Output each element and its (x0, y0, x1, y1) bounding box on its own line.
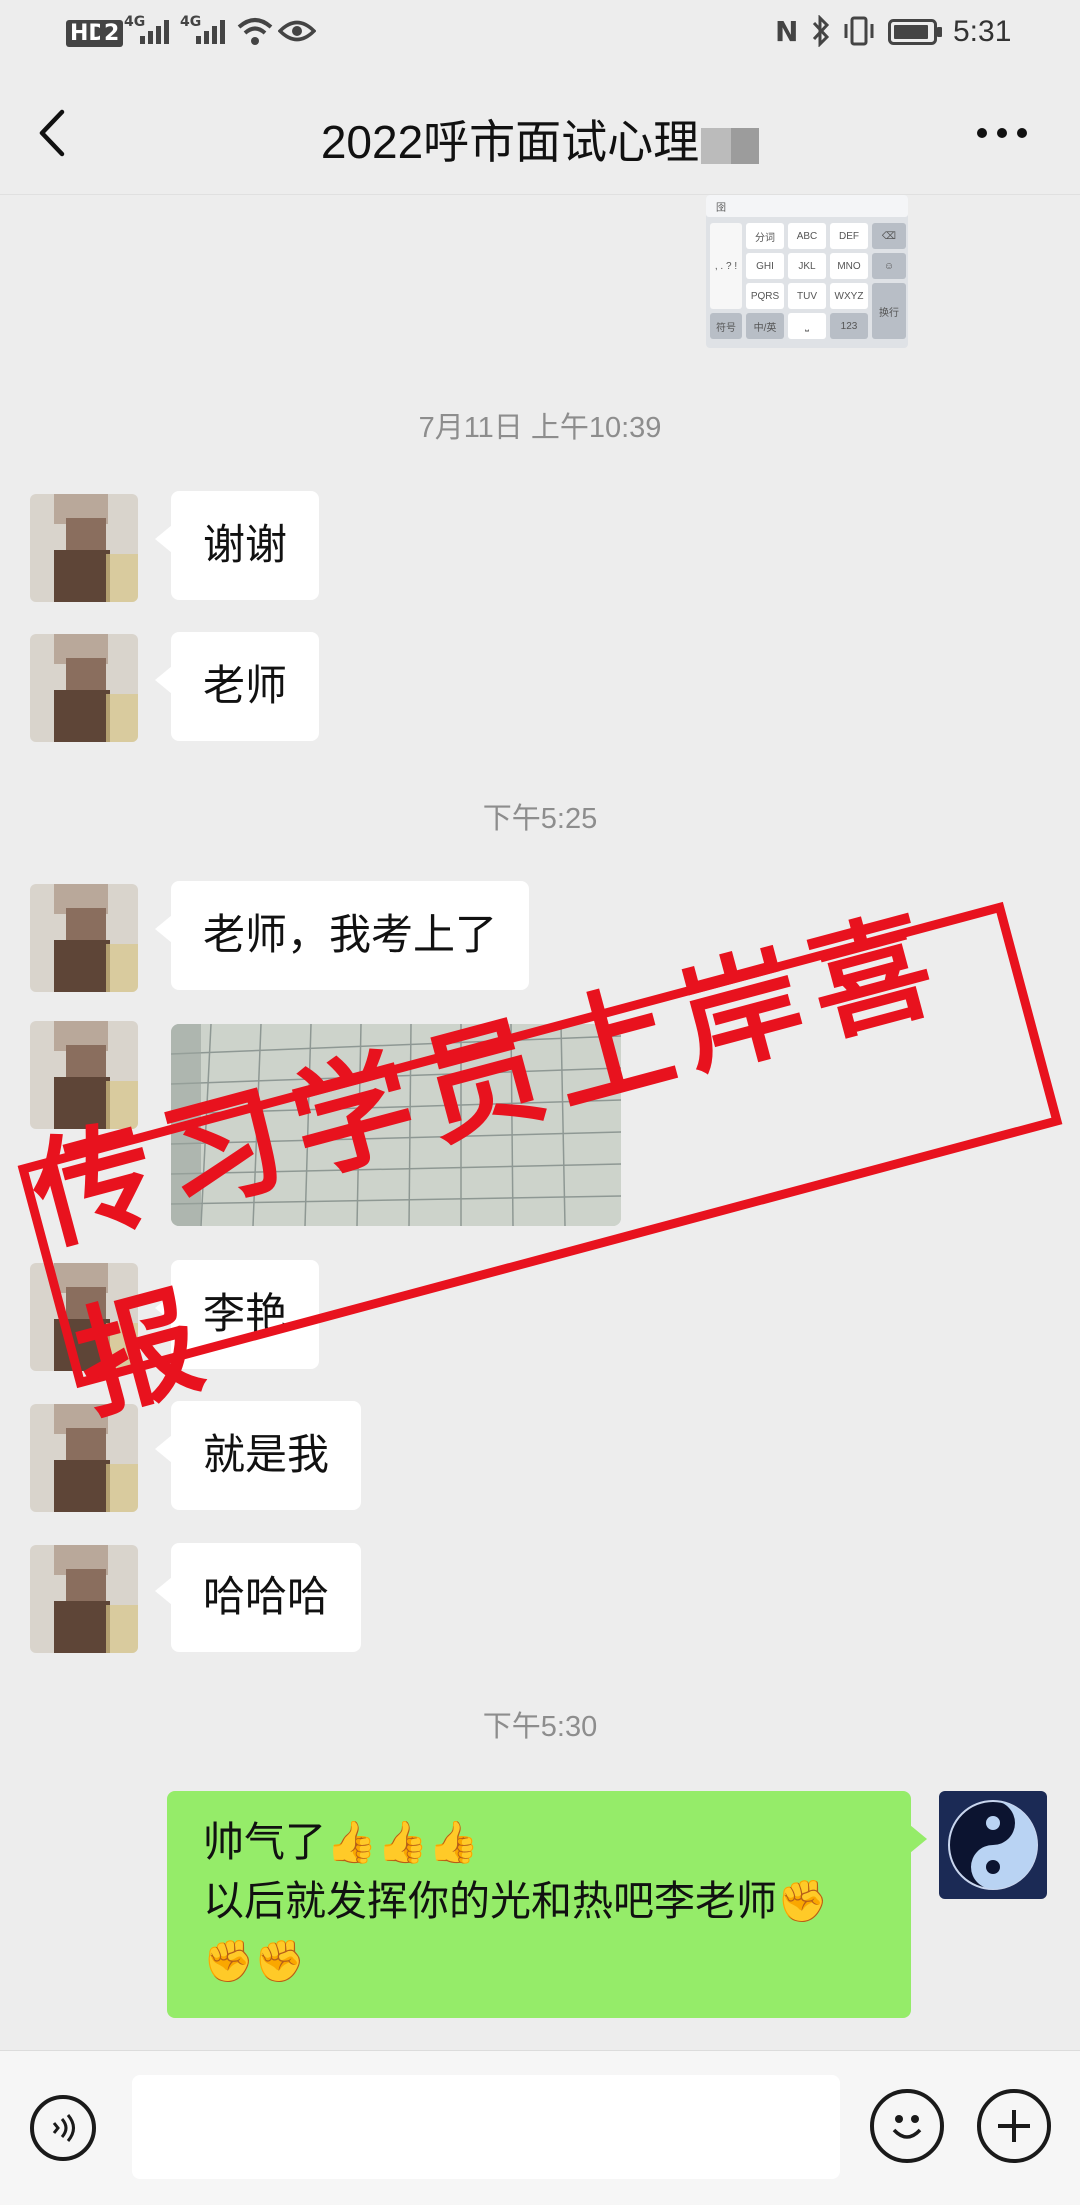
contact-avatar[interactable] (30, 634, 138, 742)
message-text: 老师，我考上了 (203, 910, 498, 959)
key-123: 123 (830, 313, 868, 339)
sent-message-bubble[interactable]: 帅气了👍👍👍 以后就发挥你的光和热吧李老师✊ ✊✊ (167, 1791, 927, 2018)
timestamp: 7月11日 上午10:39 (418, 412, 662, 444)
yin-yang-avatar-image (939, 1791, 1047, 1899)
signal-icon-2 (196, 20, 225, 44)
key-delete: ⌫ (872, 223, 906, 249)
voice-button[interactable] (30, 2095, 96, 2161)
sent-message-line-3: ✊✊ (203, 1936, 306, 1985)
key-space: ⎵ (788, 313, 826, 339)
sim-badge: 2 (100, 20, 124, 47)
key-symbols: 符号 (710, 313, 742, 339)
header-divider (0, 194, 1080, 195)
chat-title: 2022呼市面试心理 (0, 106, 1080, 172)
key-punct: , . ? ! (710, 223, 742, 309)
timestamp: 下午5:30 (482, 1711, 598, 1743)
chat-title-text: 2022呼市面试心理 (320, 116, 700, 168)
message-bubble[interactable]: 就是我 (154, 1401, 362, 1510)
emoji-button[interactable] (870, 2089, 944, 2163)
title-mosaic-2 (731, 127, 760, 164)
message-text: 老师 (203, 661, 288, 710)
input-bar (0, 2050, 1080, 2205)
chat-header: 2022呼市面试心理 (0, 70, 1080, 195)
voice-icon (52, 2114, 75, 2142)
contact-avatar[interactable] (30, 494, 138, 602)
my-avatar[interactable] (939, 1791, 1047, 1899)
plus-button[interactable] (977, 2089, 1051, 2163)
key-lang: 中/英 (746, 313, 784, 339)
timestamp: 下午5:25 (482, 803, 598, 835)
key-fenci: 分词 (746, 223, 784, 249)
key-emoji: ☺ (872, 253, 906, 279)
plus-icon (998, 2110, 1030, 2142)
key-wxyz: WXYZ (830, 283, 868, 309)
emoji-icon (892, 2115, 922, 2139)
vibrate-icon (844, 16, 874, 46)
sent-message-line-2: 以后就发挥你的光和热吧李老师✊ (203, 1877, 829, 1926)
contact-avatar[interactable] (30, 884, 138, 992)
status-bar: HD 2 4G 4G N 5:31 (0, 0, 1080, 70)
key-def: DEF (830, 223, 868, 249)
signal-icon (140, 20, 169, 44)
message-bubble[interactable]: 老师，我考上了 (154, 881, 530, 990)
key-ghi: GHI (746, 253, 784, 279)
sent-message-line-1: 帅气了👍👍👍 (203, 1818, 480, 1866)
message-text: 哈哈哈 (203, 1572, 330, 1621)
clock: 5:31 (953, 15, 1012, 48)
battery-icon (888, 19, 942, 45)
message-bubble[interactable]: 谢谢 (154, 491, 320, 600)
message-bubble[interactable]: 哈哈哈 (154, 1543, 362, 1652)
eye-icon (278, 20, 316, 42)
contact-avatar[interactable] (30, 1545, 138, 1653)
key-pqrs: PQRS (746, 283, 784, 309)
message-text: 就是我 (203, 1430, 330, 1479)
message-input[interactable] (132, 2075, 840, 2179)
wifi-icon (237, 18, 273, 45)
more-icon[interactable] (976, 126, 1028, 140)
key-mno: MNO (830, 253, 868, 279)
key-jkl: JKL (788, 253, 826, 279)
bluetooth-icon (812, 15, 830, 47)
keyboard-screenshot-image[interactable]: 囹 分词 ABC DEF ⌫ GHI JKL MNO ☺ PQRS TUV WX… (706, 195, 908, 348)
nfc-icon: N (775, 15, 799, 48)
key-enter: 换行 (872, 283, 906, 339)
keyboard-topbar: 囹 (706, 195, 908, 217)
key-abc: ABC (788, 223, 826, 249)
title-mosaic (701, 127, 732, 164)
key-tuv: TUV (788, 283, 826, 309)
message-bubble[interactable]: 老师 (154, 632, 320, 741)
message-text: 谢谢 (203, 520, 288, 569)
